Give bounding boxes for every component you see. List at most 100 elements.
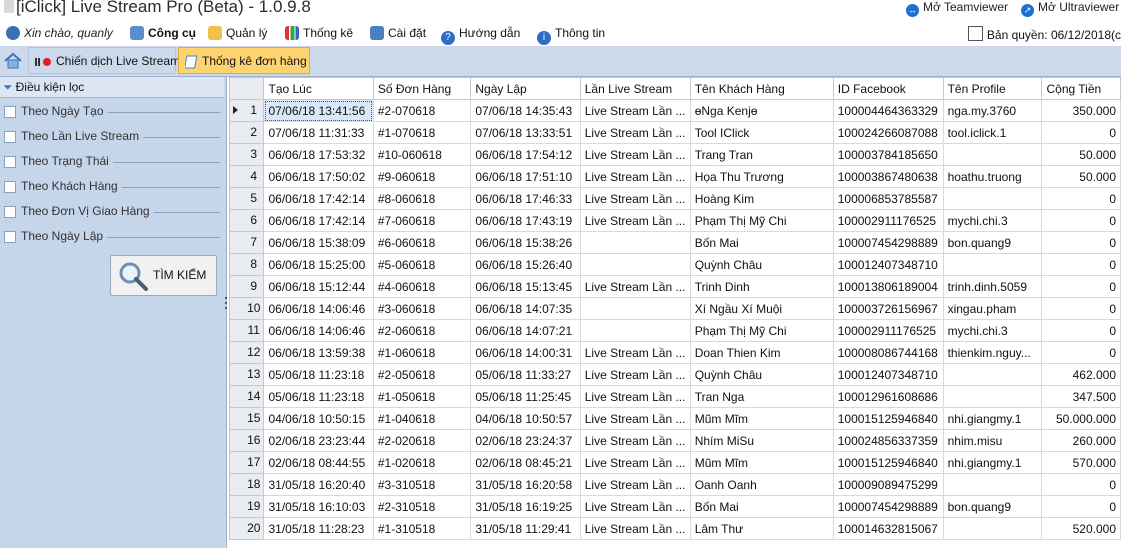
table-cell[interactable]: Trinh Dinh (689, 275, 834, 298)
table-cell[interactable]: Live Stream Lần ... (579, 341, 691, 364)
table-cell[interactable]: Bốn Mai (689, 231, 834, 254)
table-row[interactable]: 15 04/06/18 10:50:15 #1-040618 04/06/18 10:… (229, 407, 1121, 430)
table-cell[interactable]: 02/06/18 08:44:55 (263, 451, 374, 474)
table-row[interactable]: 7 06/06/18 15:38:09 #6-060618 06/06/18 15:3… (229, 231, 1121, 254)
table-cell[interactable]: 06/06/18 14:07:21 (470, 319, 581, 342)
menu-tools[interactable]: Công cụ (130, 26, 196, 40)
row-header[interactable]: 10 (229, 297, 265, 320)
table-cell[interactable]: 100004464363329 (832, 99, 944, 122)
table-cell[interactable]: 06/06/18 17:43:19 (470, 209, 581, 232)
table-cell[interactable]: 0 (1041, 275, 1121, 298)
table-cell[interactable]: #1-070618 (372, 121, 472, 144)
table-cell[interactable]: 0 (1041, 495, 1121, 518)
table-row[interactable]: 18 31/05/18 16:20:40 #3-310518 31/05/18 16:… (229, 473, 1121, 496)
table-cell[interactable]: 05/06/18 11:33:27 (470, 363, 581, 386)
table-cell[interactable] (942, 517, 1043, 540)
table-cell[interactable]: 0 (1041, 473, 1121, 496)
table-cell[interactable]: 100009089475299 (832, 473, 944, 496)
table-cell[interactable]: #2-020618 (372, 429, 472, 452)
corner-cell[interactable] (229, 77, 265, 100)
table-row[interactable]: 10 06/06/18 14:06:46 #3-060618 06/06/18 14:… (229, 297, 1121, 320)
table-cell[interactable] (579, 297, 691, 320)
row-header[interactable]: 3 (229, 143, 265, 166)
table-cell[interactable]: nga.my.3760 (942, 99, 1043, 122)
checkbox[interactable] (4, 156, 16, 168)
table-cell[interactable]: Live Stream Lần ... (579, 385, 691, 408)
row-header[interactable]: 20 (229, 517, 265, 540)
menu-settings[interactable]: Cài đặt (370, 26, 426, 40)
column-header[interactable]: Lần Live Stream (579, 77, 691, 100)
menu-help[interactable]: ? Hướng dẫn (441, 26, 520, 45)
table-cell[interactable]: 50.000.000 (1041, 407, 1121, 430)
table-cell[interactable]: Live Stream Lần ... (579, 275, 691, 298)
table-row[interactable]: 14 05/06/18 11:23:18 #1-050618 05/06/18 11:… (229, 385, 1121, 408)
table-cell[interactable]: 347.500 (1041, 385, 1121, 408)
table-row[interactable]: 8 06/06/18 15:25:00 #5-060618 06/06/18 15:2… (229, 253, 1121, 276)
table-cell[interactable]: 07/06/18 13:33:51 (470, 121, 581, 144)
table-cell[interactable]: Xí Ngầu Xí Muội (689, 297, 834, 320)
table-cell[interactable]: 100002911176525 (832, 209, 944, 232)
row-header[interactable]: 5 (229, 187, 265, 210)
filter-by-created-date[interactable]: Theo Ngày Tạo (4, 104, 220, 120)
row-header[interactable]: 2 (229, 121, 265, 144)
table-cell[interactable]: 05/06/18 11:25:45 (470, 385, 581, 408)
table-cell[interactable]: nhi.giangmy.1 (942, 451, 1043, 474)
row-header[interactable]: 11 (229, 319, 265, 342)
table-cell[interactable]: 06/06/18 15:26:40 (470, 253, 581, 276)
table-cell[interactable]: 100014632815067 (832, 517, 944, 540)
table-row[interactable]: 11 06/06/18 14:06:46 #2-060618 06/06/18 14:… (229, 319, 1121, 342)
table-cell[interactable]: 05/06/18 11:23:18 (263, 385, 374, 408)
table-cell[interactable]: 100008086744168 (832, 341, 944, 364)
table-cell[interactable]: 02/06/18 08:45:21 (470, 451, 581, 474)
table-cell[interactable]: bon.quang9 (942, 231, 1043, 254)
table-cell[interactable]: Live Stream Lần ... (579, 517, 691, 540)
table-cell[interactable]: 0 (1041, 121, 1121, 144)
table-cell[interactable]: 06/06/18 15:38:09 (263, 231, 374, 254)
table-cell[interactable]: 520.000 (1041, 517, 1121, 540)
table-cell[interactable]: 31/05/18 16:10:03 (263, 495, 374, 518)
table-cell[interactable]: Live Stream Lần ... (579, 209, 691, 232)
table-cell[interactable]: 06/06/18 17:50:02 (263, 165, 374, 188)
teamviewer-link[interactable]: ↔ Mở Teamviewer (906, 0, 1008, 17)
table-cell[interactable]: 50.000 (1041, 143, 1121, 166)
table-cell[interactable]: #5-060618 (372, 253, 472, 276)
checkbox[interactable] (4, 181, 16, 193)
table-cell[interactable]: ɵNga Kenjɵ (689, 99, 834, 122)
table-cell[interactable]: 06/06/18 14:06:46 (263, 319, 374, 342)
checkbox[interactable] (4, 106, 16, 118)
table-cell[interactable]: 0 (1041, 297, 1121, 320)
table-cell[interactable]: 100002911176525 (832, 319, 944, 342)
table-cell[interactable]: hoathu.truong (942, 165, 1043, 188)
row-header[interactable]: 19 (229, 495, 265, 518)
table-cell[interactable]: 0 (1041, 209, 1121, 232)
table-cell[interactable]: #3-310518 (372, 473, 472, 496)
table-cell[interactable]: 02/06/18 23:24:37 (470, 429, 581, 452)
table-row[interactable]: 17 02/06/18 08:44:55 #1-020618 02/06/18 08:… (229, 451, 1121, 474)
tab-live-stream-campaign[interactable]: Chiến dịch Live Stream (28, 47, 180, 74)
table-row[interactable]: 5 06/06/18 17:42:14 #8-060618 06/06/18 17:4… (229, 187, 1121, 210)
table-cell[interactable]: 31/05/18 16:20:58 (470, 473, 581, 496)
table-row[interactable]: 2 07/06/18 11:31:33 #1-070618 07/06/18 13:3… (229, 121, 1121, 144)
table-cell[interactable]: Quỳnh Châu (689, 253, 834, 276)
table-cell[interactable]: Phạm Thị Mỹ Chi (689, 319, 834, 342)
row-header[interactable]: 4 (229, 165, 265, 188)
table-cell[interactable]: Họa Thu Trương (689, 165, 834, 188)
table-cell[interactable]: 50.000 (1041, 165, 1121, 188)
table-row[interactable]: 13 05/06/18 11:23:18 #2-050618 05/06/18 11:… (229, 363, 1121, 386)
column-header[interactable]: Tên Khách Hàng (689, 77, 834, 100)
table-cell[interactable]: 02/06/18 23:23:44 (263, 429, 374, 452)
table-cell[interactable]: 100015125946840 (832, 451, 944, 474)
table-cell[interactable]: 31/05/18 16:20:40 (263, 473, 374, 496)
table-cell[interactable]: 100012407348710 (832, 253, 944, 276)
table-cell[interactable]: 06/06/18 13:59:38 (263, 341, 374, 364)
row-header[interactable]: 17 (229, 451, 265, 474)
table-cell[interactable]: 100007454298889 (832, 231, 944, 254)
search-button[interactable]: TÌM KIẾM (110, 255, 217, 296)
table-cell[interactable]: trinh.dinh.5059 (942, 275, 1043, 298)
table-cell[interactable]: 0 (1041, 187, 1121, 210)
table-cell[interactable]: nhim.misu (942, 429, 1043, 452)
table-cell[interactable]: #1-060618 (372, 341, 472, 364)
table-cell[interactable]: 100024856337359 (832, 429, 944, 452)
table-cell[interactable]: 06/06/18 17:54:12 (470, 143, 581, 166)
row-header[interactable]: 14 (229, 385, 265, 408)
